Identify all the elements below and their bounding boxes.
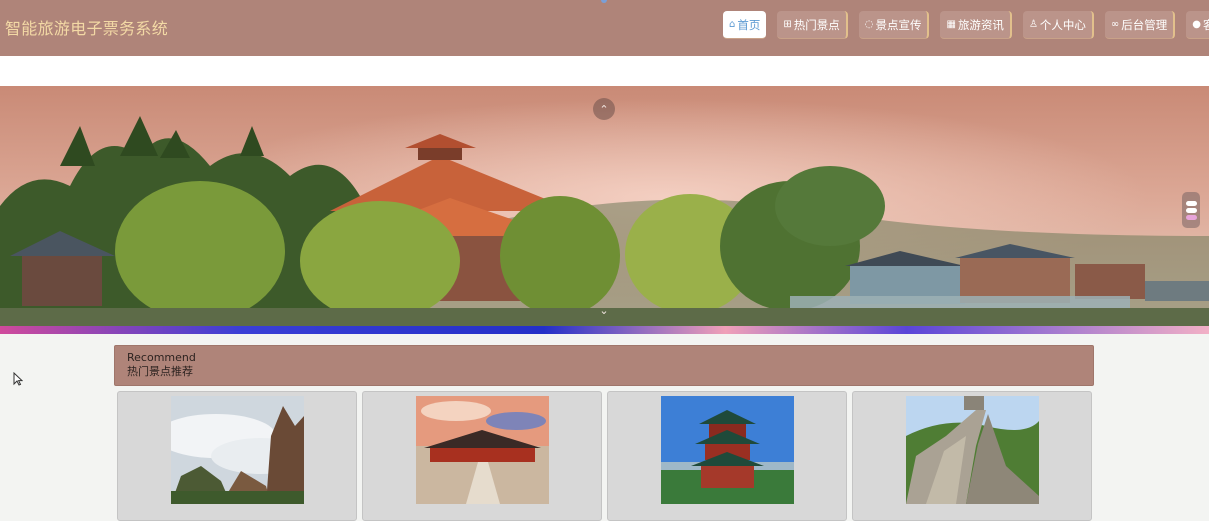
nav-hot-spots[interactable]: ⊞ 热门景点 bbox=[777, 11, 848, 39]
carousel-prev-button[interactable]: ⌃ bbox=[593, 98, 615, 120]
spot-card[interactable] bbox=[607, 391, 847, 521]
spot-thumbnail bbox=[171, 396, 304, 504]
nav-profile[interactable]: ♙ 个人中心 bbox=[1022, 11, 1094, 39]
carousel-indicators bbox=[1182, 192, 1200, 228]
nav-news[interactable]: ▦ 旅游资讯 bbox=[940, 11, 1012, 39]
recommend-title-cn: 热门景点推荐 bbox=[127, 365, 193, 378]
top-header: 智能旅游电子票务系统 ⌂ 首页 ⊞ 热门景点 ◌ 景点宣传 ▦ 旅游资讯 ♙ 个… bbox=[0, 0, 1209, 56]
nav-admin[interactable]: ∞ 后台管理 bbox=[1104, 11, 1176, 39]
nav-promotion[interactable]: ◌ 景点宣传 bbox=[858, 11, 930, 39]
spot-card-list bbox=[117, 391, 1092, 521]
spot-card[interactable] bbox=[117, 391, 357, 521]
link-icon: ∞ bbox=[1110, 19, 1120, 30]
service-icon: ● bbox=[1192, 19, 1201, 30]
home-icon: ⌂ bbox=[729, 19, 736, 30]
nav-service[interactable]: ● 客服 bbox=[1186, 11, 1209, 39]
carousel-dot-active[interactable] bbox=[1185, 214, 1197, 220]
spot-image-mountains[interactable] bbox=[171, 396, 304, 504]
spot-image-pagoda[interactable] bbox=[661, 396, 794, 504]
nav-home[interactable]: ⌂ 首页 bbox=[723, 11, 767, 39]
site-title[interactable]: 智能旅游电子票务系统 bbox=[5, 15, 168, 39]
nav-label: 景点宣传 bbox=[875, 17, 922, 32]
spot-card[interactable] bbox=[852, 391, 1092, 521]
tag-icon: ◌ bbox=[864, 19, 874, 30]
header-spacer bbox=[0, 56, 1209, 86]
carousel-next-button[interactable]: ⌄ bbox=[593, 299, 615, 321]
carousel-dot[interactable] bbox=[1185, 200, 1197, 206]
spot-image-great-wall[interactable] bbox=[906, 396, 1039, 504]
recommend-header: Recommend 热门景点推荐 bbox=[114, 345, 1094, 386]
banner-image bbox=[0, 86, 1209, 334]
recommend-title-en: Recommend bbox=[127, 351, 196, 364]
nav-label: 旅游资讯 bbox=[957, 17, 1004, 32]
nav-label: 热门景点 bbox=[793, 17, 840, 32]
spot-thumbnail bbox=[906, 396, 1039, 504]
nav-label: 客服 bbox=[1202, 17, 1209, 32]
news-icon: ▦ bbox=[946, 19, 956, 30]
mouse-cursor-icon bbox=[13, 371, 24, 390]
spot-thumbnail bbox=[416, 396, 549, 504]
nav-label: 后台管理 bbox=[1121, 17, 1168, 32]
spot-image-palace[interactable] bbox=[416, 396, 549, 504]
hero-carousel[interactable]: ⌃ ⌄ bbox=[0, 86, 1209, 334]
spot-card[interactable] bbox=[362, 391, 602, 521]
nav-label: 首页 bbox=[737, 17, 761, 32]
user-icon: ♙ bbox=[1028, 19, 1038, 30]
main-nav: ⌂ 首页 ⊞ 热门景点 ◌ 景点宣传 ▦ 旅游资讯 ♙ 个人中心 ∞ 后台管理 … bbox=[723, 11, 1209, 39]
ticket-icon: ⊞ bbox=[783, 19, 792, 30]
nav-label: 个人中心 bbox=[1039, 17, 1086, 32]
spot-thumbnail bbox=[661, 396, 794, 504]
carousel-dot[interactable] bbox=[1185, 207, 1197, 213]
